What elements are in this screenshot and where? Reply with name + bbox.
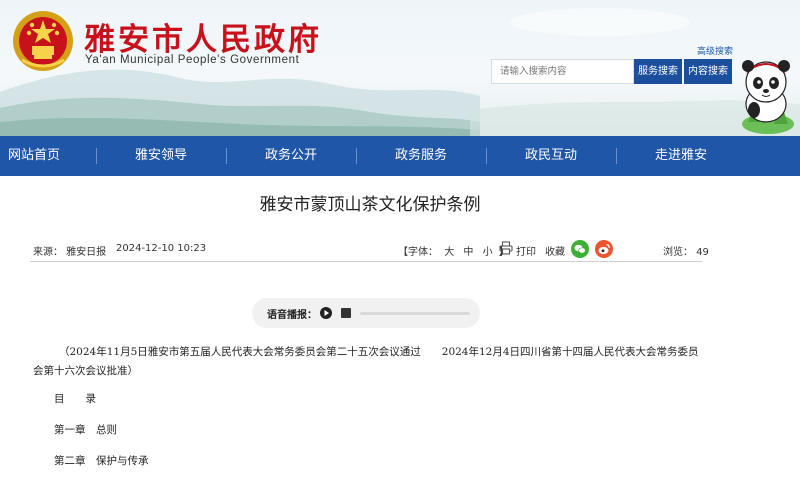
nav-item-home[interactable]: 网站首页 [0,136,96,176]
nav-item-public-interaction[interactable]: 政民互动 [486,136,616,176]
audio-progress-track[interactable] [360,312,470,315]
nav-item-leaders[interactable]: 雅安领导 [96,136,226,176]
font-size-small[interactable]: 小 [483,247,493,258]
panda-mascot [742,60,794,134]
toc-chapter-1[interactable]: 第一章 总则 [54,422,117,437]
toc-chapter-2[interactable]: 第二章 保护与传承 [54,453,149,468]
article-intro: （2024年11月5日雅安市第五届人民代表大会常务委员会第二十五次会议通过 20… [33,346,699,377]
audio-label: 语音播报： [267,310,317,321]
service-search-button[interactable]: 服务搜索 [634,59,682,84]
view-count: 浏览： 49 [663,247,709,258]
font-size-control: 【字体： 大 中 小 】 [398,243,509,258]
font-size-label: 【字体： [398,247,438,258]
printer-icon[interactable] [499,241,513,255]
content-search-button[interactable]: 内容搜索 [684,59,732,84]
article-time: 2024-12-10 10:23 [116,243,207,254]
site-title: 雅安市人民政府 [84,22,322,58]
font-size-large[interactable]: 大 [444,247,454,258]
stop-icon[interactable] [341,308,351,318]
nav-item-government-affairs[interactable]: 政务公开 [226,136,356,176]
meta-divider [30,261,702,262]
nav-item-about-yaan[interactable]: 走进雅安 [616,136,746,176]
wechat-icon[interactable] [571,240,589,258]
print-button[interactable]: 打印 [516,243,536,258]
article-title: 雅安市蒙顶山茶文化保护条例 [259,195,481,215]
play-icon[interactable] [320,307,332,319]
favorite-button[interactable]: 收藏 [545,243,565,258]
header-banner: 雅安市人民政府 Ya'an Municipal People's Governm… [0,0,800,136]
toc-heading: 目 录 [54,393,96,405]
main-nav: 网站首页 雅安领导 政务公开 政务服务 政民互动 走进雅安 [0,136,800,176]
font-size-medium[interactable]: 中 [463,247,473,258]
site-subtitle: Ya'an Municipal People's Government [85,54,300,66]
national-emblem-icon [13,11,73,71]
advanced-search-link[interactable]: 高级搜索 [697,44,733,57]
weibo-icon[interactable] [595,240,613,258]
article-source: 来源： 雅安日报 [33,247,107,258]
nav-item-government-services[interactable]: 政务服务 [356,136,486,176]
search-input[interactable] [491,59,634,84]
audio-player: 语音播报： [252,298,480,328]
